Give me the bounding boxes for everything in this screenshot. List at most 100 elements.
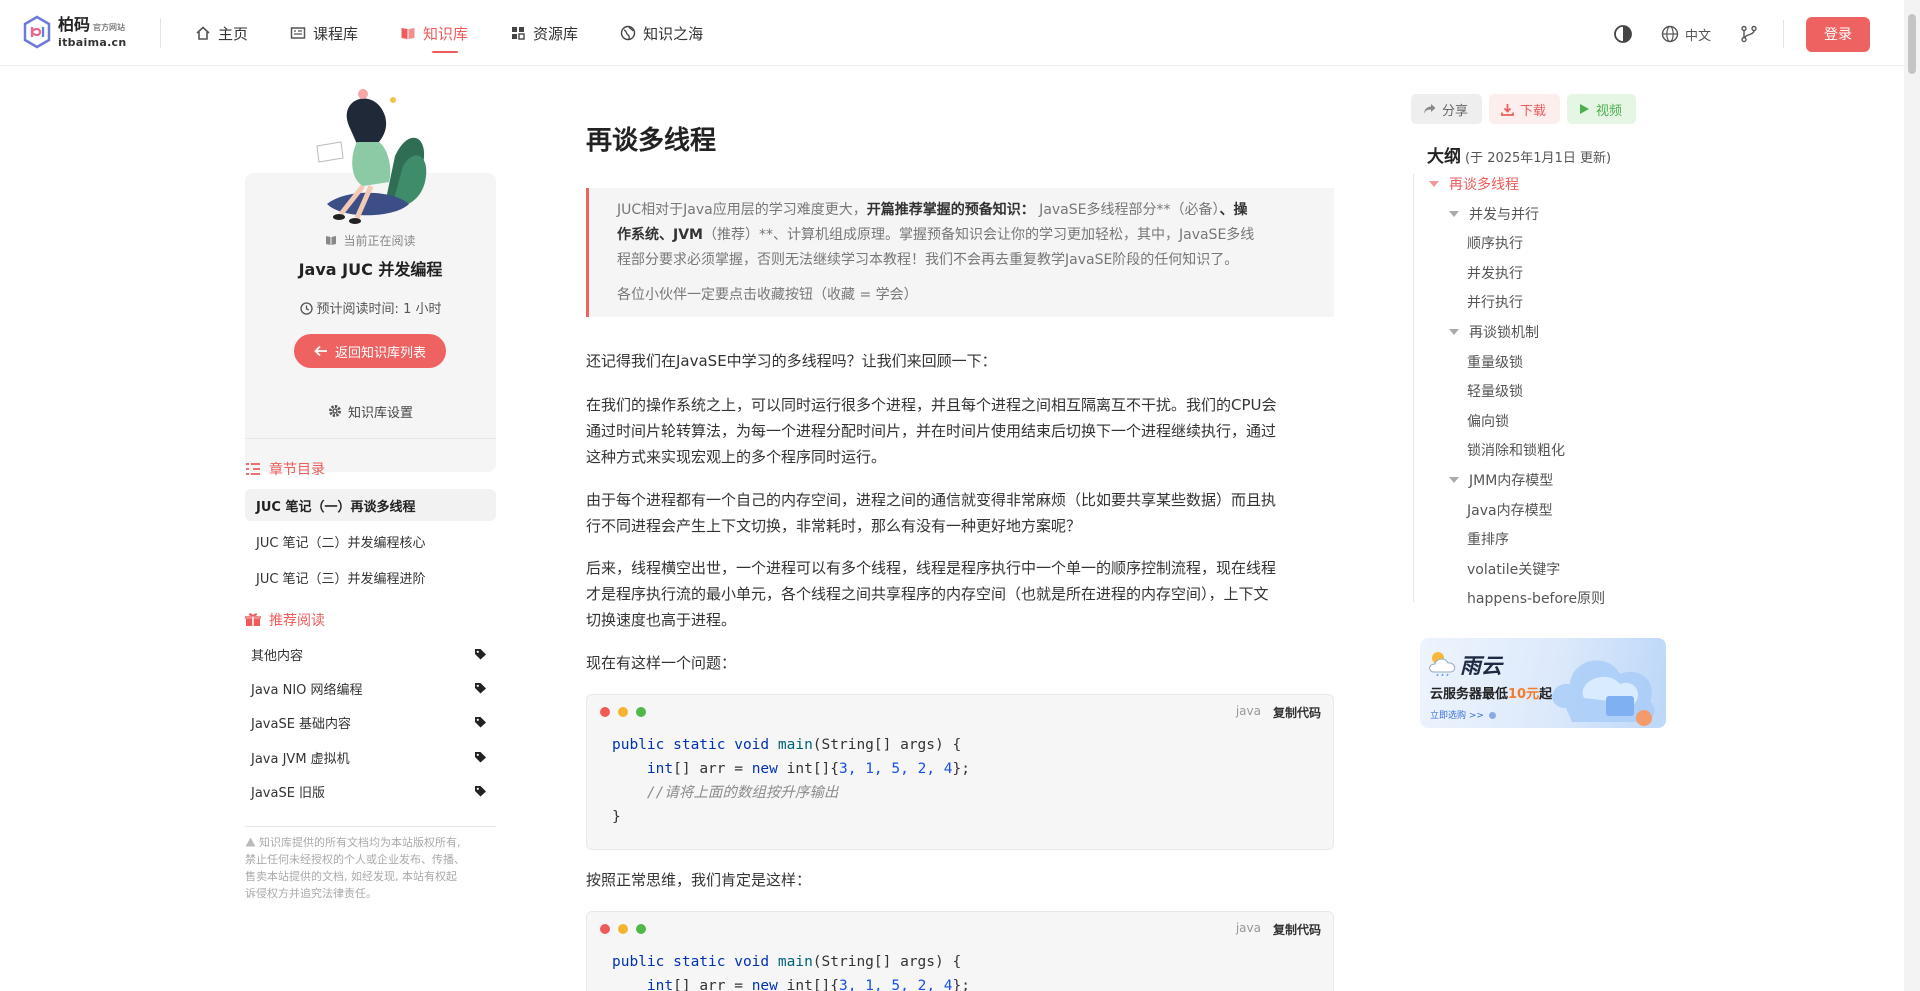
dot-red [600, 707, 610, 717]
nav-resources[interactable]: 资源库 [510, 0, 578, 66]
tag-icon [475, 786, 486, 797]
language-selector[interactable]: 中文 [1661, 25, 1711, 44]
logo-mark-icon [23, 15, 51, 49]
login-button[interactable]: 登录 [1806, 16, 1870, 52]
play-icon [1580, 104, 1590, 114]
code-token: int [646, 761, 674, 777]
outline-item[interactable]: 并行执行 [1467, 292, 1523, 312]
outline-item-label: 偏向锁 [1467, 413, 1509, 430]
outline-item[interactable]: 并发与并行 [1449, 204, 1539, 224]
nav-resources-label: 资源库 [533, 24, 579, 43]
outline-item-label: 轻量级锁 [1467, 384, 1523, 401]
ad-buy-link-text: 立即选购 >> [1430, 711, 1484, 721]
nav-sea[interactable]: 知识之海 [620, 0, 703, 66]
recommend-item[interactable]: JavaSE 旧版 [245, 776, 496, 806]
code-token: (String[] args) { [812, 954, 962, 970]
tag-icon [475, 649, 486, 660]
quote-note: 各位小伙伴一定要点击收藏按钮（收藏 = 学会） [617, 287, 918, 303]
outline-item[interactable]: 轻量级锁 [1467, 381, 1523, 401]
copyright-notice: 知识库提供的所有文档均为本站版权所有, 禁止任何未经授权的个人或企业发布、传播、… [245, 834, 496, 902]
outline-item[interactable]: 偏向锁 [1467, 411, 1509, 431]
outline-item[interactable]: 顺序执行 [1467, 233, 1523, 253]
video-button[interactable]: 视频 [1567, 94, 1637, 124]
cloud-illustration [1552, 660, 1655, 726]
nav-sea-label: 知识之海 [643, 24, 704, 43]
theme-toggle[interactable] [1611, 22, 1635, 46]
ad-banner[interactable]: 雨云 云服务器最低10元起 立即选购 >> [1420, 638, 1666, 728]
paragraph-line: 在我们的操作系统之上，可以同时运行很多个进程，并且每个进程之间相互隔离互不干扰。… [586, 396, 1277, 414]
code-token: main [777, 737, 813, 753]
caret-down-icon[interactable] [1429, 181, 1439, 187]
code-block: java 复制代码 public static void main(String… [586, 694, 1334, 850]
recommend-item-label: 其他内容 [251, 648, 304, 664]
recommend-item-label: Java JVM 虚拟机 [251, 751, 350, 767]
gift-icon [245, 613, 261, 626]
nav-courses-label: 课程库 [313, 24, 359, 43]
recommend-item[interactable]: Java NIO 网络编程 [245, 673, 496, 703]
outline-item[interactable]: happens-before原则 [1467, 588, 1605, 608]
code-token: 3, 1, 5, 2, 4 [839, 761, 953, 777]
caret-down-icon[interactable] [1449, 477, 1459, 483]
copy-code-button[interactable]: 复制代码 [1273, 921, 1321, 938]
divider [245, 438, 496, 439]
ad-buy-link[interactable]: 立即选购 >> [1430, 708, 1496, 721]
copyright-line: 诉侵权方并追究法律责任。 [245, 887, 377, 900]
code-token: }; [952, 761, 970, 777]
outline-item[interactable]: volatile关键字 [1467, 559, 1560, 579]
recommend-item[interactable]: 其他内容 [245, 639, 496, 669]
caret-down-icon[interactable] [1449, 329, 1459, 335]
code-meta: java 复制代码 [1236, 921, 1321, 938]
outline-item-label: 再谈锁机制 [1469, 325, 1539, 341]
back-to-list-button[interactable]: 返回知识库列表 [294, 334, 446, 368]
outline-item-label: 顺序执行 [1467, 236, 1523, 253]
article-actions: 分享 下载 视频 [1411, 94, 1643, 124]
recommend-item-label: JavaSE 旧版 [251, 785, 326, 801]
paragraph-line: 按照正常思维，我们肯定是这样： [586, 871, 812, 889]
dot-green [636, 924, 646, 934]
list-icon [246, 463, 260, 475]
ad-subtitle-prefix: 云服务器最低 [1430, 687, 1509, 702]
chapter-item[interactable]: JUC 笔记（一）再谈多线程 [245, 489, 496, 521]
share-button[interactable]: 分享 [1411, 94, 1483, 124]
chapter-item[interactable]: JUC 笔记（三）并发编程进阶 [245, 561, 496, 593]
recommend-item-label: JavaSE 基础内容 [251, 716, 352, 732]
caret-down-icon[interactable] [1449, 210, 1459, 217]
outline-item[interactable]: 再谈锁机制 [1449, 322, 1539, 342]
download-button[interactable]: 下载 [1489, 94, 1561, 124]
code-comment: //请将上面的数组按升序输出 [646, 785, 839, 801]
code-language: java [1235, 921, 1261, 935]
recommend-item[interactable]: JavaSE 基础内容 [245, 707, 496, 737]
copy-code-button[interactable]: 复制代码 [1273, 704, 1321, 721]
outline-item-label: 并发与并行 [1469, 206, 1539, 223]
git-branch-button[interactable] [1737, 22, 1761, 46]
outline-rail [1413, 174, 1414, 602]
nav-home[interactable]: 主页 [195, 0, 248, 66]
nav-courses[interactable]: 课程库 [290, 0, 358, 66]
paragraph: 后来，线程横空出世，一个进程可以有多个线程，线程是程序执行中一个单一的顺序控制流… [586, 555, 1334, 633]
outline-item[interactable]: 锁消除和锁粗化 [1467, 440, 1565, 460]
outline-item[interactable]: 再谈多线程 [1429, 174, 1519, 194]
page-scrollbar[interactable] [1904, 0, 1920, 991]
outline-item[interactable]: JMM内存模型 [1449, 470, 1553, 490]
code-content: public static void main(String[] args) {… [612, 733, 970, 829]
outline-item[interactable]: Java内存模型 [1467, 500, 1553, 520]
scrollbar-thumb[interactable] [1908, 14, 1916, 74]
recommend-heading-text: 推荐阅读 [269, 613, 325, 629]
chapter-item[interactable]: JUC 笔记（二）并发编程核心 [245, 525, 496, 557]
nav-knowledge[interactable]: 知识库 [400, 0, 468, 66]
reading-time: 预计阅读时间: 1 小时 [245, 298, 496, 317]
outline-item[interactable]: 重量级锁 [1467, 352, 1523, 372]
site-logo[interactable]: 柏码 官方网站 itbaima.cn [22, 15, 127, 49]
chapters-heading-text: 章节目录 [269, 462, 325, 478]
code-token: } [612, 809, 621, 825]
code-language: java [1235, 704, 1261, 718]
recommend-item[interactable]: Java JVM 虚拟机 [245, 742, 496, 772]
code-token: public static void [612, 737, 770, 753]
knowledge-settings-button[interactable]: 知识库设置 [245, 393, 496, 429]
share-label: 分享 [1442, 103, 1469, 119]
outline-item[interactable]: 重排序 [1467, 529, 1509, 549]
outline-item[interactable]: 并发执行 [1467, 263, 1523, 283]
reading-now-label: 当前正在阅读 [245, 232, 496, 249]
ad-title: 雨云 [1460, 654, 1502, 678]
dot-yellow [618, 924, 628, 934]
